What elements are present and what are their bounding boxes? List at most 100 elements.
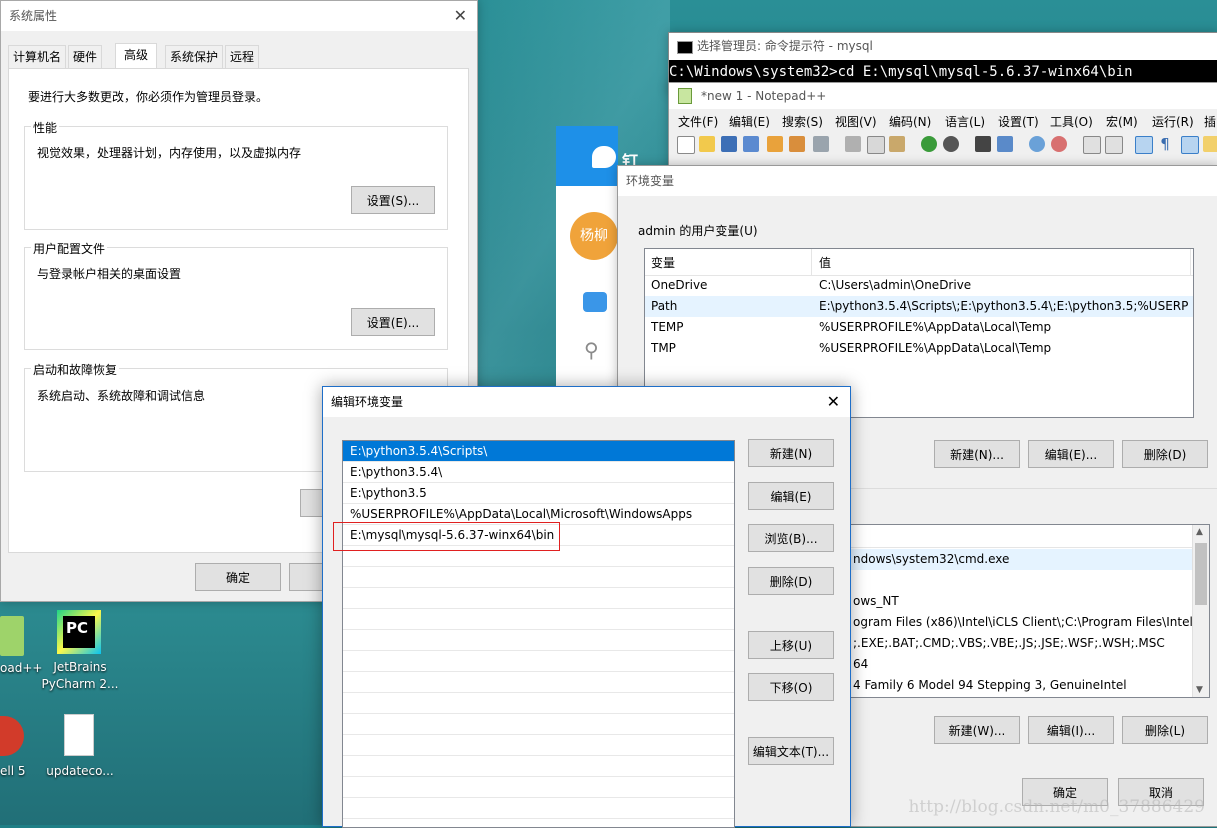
tab-system-protection[interactable]: 系统保护 [165,45,224,69]
menu-run[interactable]: 运行(R) [1152,113,1194,131]
menu-file[interactable]: 文件(F) [678,113,718,131]
performance-settings-button[interactable]: 设置(S)... [351,186,435,214]
undo-icon[interactable] [921,136,937,152]
scrollbar-thumb[interactable] [1195,543,1207,605]
move-up-button[interactable]: 上移(U) [748,631,834,659]
table-row[interactable]: TMP %USERPROFILE%\AppData\Local\Temp [645,338,1193,359]
delete-button[interactable]: 删除(D) [748,567,834,595]
scroll-up-icon[interactable]: ▲ [1196,527,1203,537]
empty-list-row [343,567,734,588]
scroll-down-icon[interactable]: ▼ [1196,685,1203,695]
system-delete-button[interactable]: 删除(L) [1122,716,1208,744]
list-item[interactable]: E:\python3.5 [343,483,734,504]
menu-view[interactable]: 视图(V) [835,113,877,131]
close-icon[interactable]: ✕ [454,1,467,31]
shell-icon [0,716,24,756]
menu-settings[interactable]: 设置(T) [998,113,1039,131]
group-label: 性能 [31,119,60,136]
indent-guide-icon[interactable] [1181,136,1199,154]
desktop-icon-updateco[interactable]: updateco... [40,712,120,782]
table-row[interactable]: OneDrive C:\Users\admin\OneDrive [645,275,1193,296]
list-item[interactable]: E:\python3.5.4\ [343,462,734,483]
var-value: 4 Family 6 Model 94 Stepping 3, GenuineI… [853,678,1127,692]
menu-edit[interactable]: 编辑(E) [729,113,770,131]
window-titlebar: 环境变量 [618,166,1217,196]
menu-plugins[interactable]: 插 [1204,113,1216,131]
window-titlebar: 系统属性 ✕ [1,1,477,31]
group-label: 用户配置文件 [31,240,108,257]
menu-language[interactable]: 语言(L) [945,113,985,131]
desktop-icon-notepadpp[interactable]: oad++ [0,610,42,680]
menu-search[interactable]: 搜索(S) [782,113,823,131]
ok-button[interactable]: 确定 [195,563,281,591]
move-down-button[interactable]: 下移(O) [748,673,834,701]
system-new-button[interactable]: 新建(W)... [934,716,1020,744]
window-title: 选择管理员: 命令提示符 - mysql [697,39,873,53]
user-profiles-settings-button[interactable]: 设置(E)... [351,308,435,336]
empty-list-row [343,693,734,714]
user-edit-button[interactable]: 编辑(E)... [1028,440,1114,468]
zoom-in-icon[interactable] [1029,136,1045,152]
tab-remote[interactable]: 远程 [225,45,260,69]
menu-tools[interactable]: 工具(O) [1050,113,1093,131]
menu-macro[interactable]: 宏(M) [1106,113,1138,131]
path-list[interactable]: E:\python3.5.4\Scripts\ E:\python3.5.4\ … [342,440,735,828]
avatar[interactable]: 杨柳 [570,212,618,260]
list-header: 变量 值 [645,249,1193,276]
print-icon[interactable] [813,136,829,152]
column-header-variable[interactable]: 变量 [651,253,811,273]
user-new-button[interactable]: 新建(N)... [934,440,1020,468]
save-all-icon[interactable] [743,136,759,152]
table-row[interactable]: TEMP %USERPROFILE%\AppData\Local\Temp [645,317,1193,338]
close-icon[interactable]: ✕ [827,387,840,417]
sync-horizontal-icon[interactable] [1105,136,1123,154]
cut-icon[interactable] [845,136,861,152]
window-titlebar: 选择管理员: 命令提示符 - mysql [669,33,1217,60]
window-title: 环境变量 [626,174,675,188]
empty-list-row [343,798,734,819]
var-name: Path [651,299,678,313]
edit-text-button[interactable]: 编辑文本(T)... [748,737,834,765]
close-file-icon[interactable] [767,136,783,152]
redo-icon[interactable] [943,136,959,152]
desktop-icon-shell[interactable]: ell 5 [0,712,40,782]
browse-button[interactable]: 浏览(B)... [748,524,834,552]
replace-icon[interactable] [997,136,1013,152]
empty-list-row [343,588,734,609]
group-label: 启动和故障恢复 [31,361,120,378]
save-icon[interactable] [721,136,737,152]
cancel-button[interactable] [289,563,324,591]
word-wrap-icon[interactable] [1135,136,1153,154]
desktop-icon-pycharm[interactable]: PC JetBrains PyCharm 2... [40,608,120,698]
copy-icon[interactable] [867,136,885,154]
group-description: 视觉效果，处理器计划，内存使用，以及虚拟内存 [37,146,302,160]
close-all-icon[interactable] [789,136,805,152]
column-header-value[interactable]: 值 [819,253,1179,273]
edit-button[interactable]: 编辑(E) [748,482,834,510]
var-value: ows_NT [853,594,899,608]
chat-icon[interactable] [583,292,607,312]
tab-advanced[interactable]: 高级 [115,43,158,70]
new-button[interactable]: 新建(N) [748,439,834,467]
system-edit-button[interactable]: 编辑(I)... [1028,716,1114,744]
var-name: OneDrive [651,278,708,292]
vertical-scrollbar[interactable]: ▲ ▼ [1192,525,1209,697]
pin-icon[interactable]: ⚲ [584,338,606,362]
user-delete-button[interactable]: 删除(D) [1122,440,1208,468]
column-divider [811,249,812,275]
watermark: http://blog.csdn.net/m0_37886429 [908,797,1205,817]
paste-icon[interactable] [889,136,905,152]
console-output[interactable]: C:\Windows\system32>cd E:\mysql\mysql-5.… [669,60,1217,84]
new-file-icon[interactable] [677,136,695,154]
table-row[interactable]: Path E:\python3.5.4\Scripts\;E:\python3.… [645,296,1193,317]
zoom-out-icon[interactable] [1051,136,1067,152]
find-icon[interactable] [975,136,991,152]
sync-vertical-icon[interactable] [1083,136,1101,154]
menu-encoding[interactable]: 编码(N) [889,113,931,131]
user-lang-icon[interactable] [1203,136,1217,152]
show-all-chars-icon[interactable]: ¶ [1157,136,1173,152]
open-file-icon[interactable] [699,136,715,152]
list-item[interactable]: E:\python3.5.4\Scripts\ [343,441,734,462]
tab-computer-name[interactable]: 计算机名 [8,45,67,69]
tab-hardware[interactable]: 硬件 [68,45,103,69]
